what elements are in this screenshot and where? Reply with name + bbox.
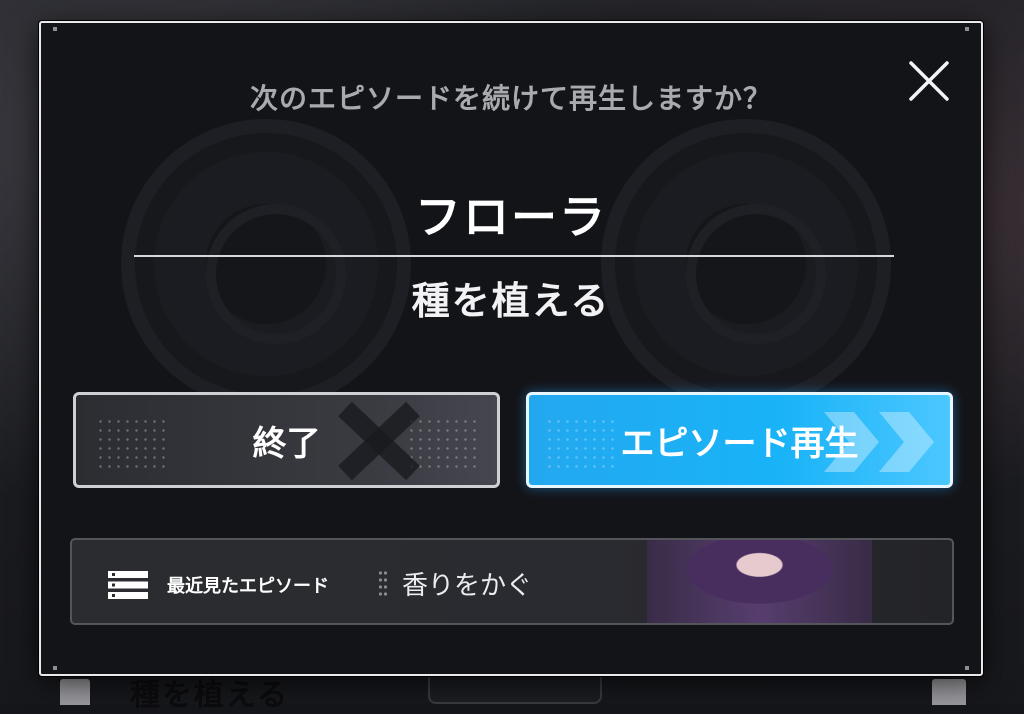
close-icon [909, 61, 949, 101]
play-episode-button[interactable]: エピソード再生 [526, 392, 953, 488]
frame-corner [53, 27, 57, 31]
dialog-question: 次のエピソードを続けて再生しますか？ [249, 82, 772, 115]
continue-episode-dialog: 次のエピソードを続けて再生しますか？ フローラ 種を植える 終了 エピソード再生 [39, 21, 983, 676]
dotted-separator-icon [378, 571, 388, 596]
background-episode-text: 種を植える [130, 678, 290, 713]
close-button[interactable] [906, 58, 952, 104]
frame-corner [965, 666, 969, 670]
episode-title: 種を植える [411, 279, 611, 323]
frame-corner [965, 27, 969, 31]
end-button[interactable]: 終了 [73, 392, 500, 488]
recent-episode-label: 最近見たエピソード [167, 576, 329, 597]
button-pattern [545, 417, 615, 469]
character-name: フローラ [415, 190, 607, 244]
background-tab [428, 672, 602, 704]
end-button-label: 終了 [252, 423, 321, 464]
recent-episode-thumbnail [647, 540, 872, 623]
title-divider [134, 255, 894, 257]
decorative-reel-left [121, 119, 411, 409]
background-strip [60, 679, 90, 705]
frame-corner [53, 666, 57, 670]
decorative-reel-right [601, 119, 891, 409]
button-pattern [96, 417, 166, 469]
list-icon [108, 571, 148, 599]
background-strip [932, 679, 966, 705]
recent-episode-title: 香りをかぐ [402, 571, 533, 601]
x-mark-icon [338, 401, 420, 481]
recent-episode-bar[interactable]: 最近見たエピソード 香りをかぐ [70, 538, 954, 625]
play-episode-button-label: エピソード再生 [620, 423, 859, 464]
